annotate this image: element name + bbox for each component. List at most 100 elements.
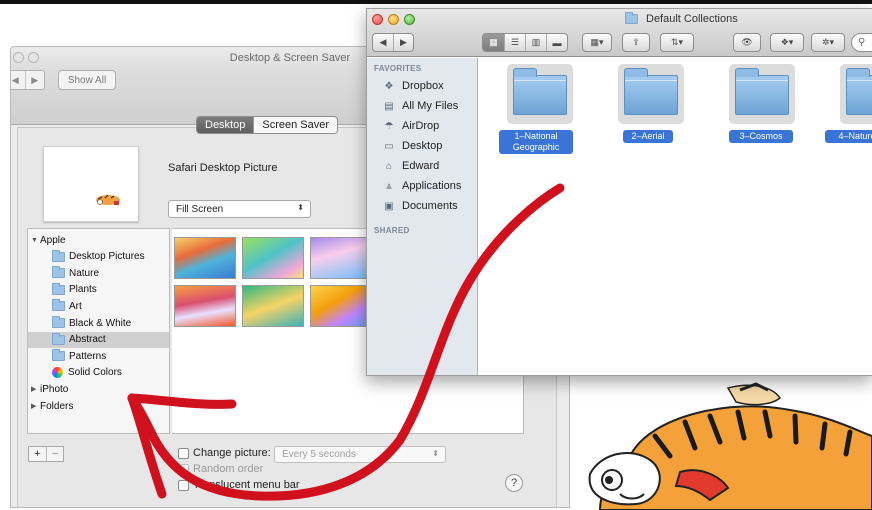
random-order-checkbox[interactable] <box>178 464 189 475</box>
change-picture-checkbox[interactable] <box>178 448 189 459</box>
forward-arrow-icon[interactable]: ▶ <box>24 71 45 89</box>
finder-window-controls <box>372 14 415 25</box>
sidebar-item-label: Dropbox <box>402 80 444 92</box>
source-list-label: Plants <box>69 284 97 296</box>
close-button[interactable] <box>372 14 383 25</box>
source-list-label: Black & White <box>69 317 132 329</box>
source-list-item[interactable]: ▼ Apple <box>28 232 169 248</box>
back-arrow-icon[interactable]: ◀ <box>373 34 393 51</box>
sidebar-item[interactable]: ⌂ Edward <box>382 157 439 175</box>
collection-folder-item[interactable] <box>618 64 684 124</box>
add-folder-button[interactable]: + <box>29 447 46 461</box>
minimize-button[interactable] <box>388 14 399 25</box>
remove-folder-button[interactable]: − <box>46 447 63 461</box>
source-list-item[interactable]: Nature <box>28 265 169 281</box>
all-files-icon: ▤ <box>384 100 394 112</box>
help-button[interactable]: ? <box>505 474 523 492</box>
sidebar-item[interactable]: ⩓ Applications <box>382 177 461 195</box>
folder-icon <box>625 12 638 24</box>
sidebar-item[interactable]: ▤ All My Files <box>382 97 458 115</box>
folder-icon <box>52 299 65 312</box>
source-list-label: Solid Colors <box>68 367 122 379</box>
disclosure-closed-icon[interactable]: ▶ <box>31 385 40 393</box>
forward-arrow-icon[interactable]: ▶ <box>392 34 413 51</box>
source-list-item[interactable]: Black & White <box>28 315 169 331</box>
finder-title: Default Collections <box>625 12 738 25</box>
wallpaper-thumbnail[interactable] <box>174 285 236 327</box>
folder-icon <box>52 316 65 328</box>
tab-screen-saver[interactable]: Screen Saver <box>253 117 338 133</box>
back-forward-buttons: ◀ ▶ <box>372 33 414 52</box>
sidebar-item-label: Documents <box>402 200 458 212</box>
collection-folder-label[interactable]: 3–Cosmos <box>729 130 793 143</box>
source-list-item[interactable]: Patterns <box>28 348 169 364</box>
favorites-heading: FAVORITES <box>374 64 422 73</box>
dropbox-menu-button[interactable]: ❖▾ <box>770 33 804 52</box>
sidebar-item[interactable]: ▭ Desktop <box>382 137 442 155</box>
calvin-hobbes-thumbnail-icon <box>96 194 120 205</box>
path-button[interactable]: ⇅▾ <box>660 33 694 52</box>
sidebar-item-label: AirDrop <box>402 120 440 132</box>
source-list-item[interactable]: Solid Colors <box>28 365 169 381</box>
share-button[interactable]: ⇪ <box>622 33 650 52</box>
change-interval-dropdown[interactable]: Every 5 seconds ⬍ <box>274 446 446 463</box>
wallpaper-thumbnail[interactable] <box>242 237 304 279</box>
source-list-item[interactable]: Abstract <box>28 331 169 348</box>
source-list-label: Desktop Pictures <box>69 251 145 263</box>
wallpaper-thumbnail[interactable] <box>174 237 236 279</box>
disclosure-closed-icon[interactable]: ▶ <box>31 402 40 410</box>
source-list-label: Folders <box>40 400 74 412</box>
sidebar-item[interactable]: ☂ AirDrop <box>382 117 440 135</box>
folder-icon <box>513 68 567 115</box>
wallpaper-thumbnail[interactable] <box>310 237 372 279</box>
tab-desktop[interactable]: Desktop <box>197 117 254 133</box>
sidebar-item-label: All My Files <box>402 100 459 112</box>
shared-heading: SHARED <box>374 226 410 235</box>
collection-folder-label[interactable]: 4–Nature <box>825 130 872 143</box>
list-view-icon[interactable]: ☰ <box>504 34 525 51</box>
desktop-icon: ▭ <box>384 140 394 152</box>
sidebar-item[interactable]: ▣ Documents <box>382 197 458 215</box>
wallpaper-thumbnail[interactable] <box>242 285 304 327</box>
sidebar-item-label: Applications <box>402 180 462 192</box>
show-all-button[interactable]: Show All <box>58 70 116 90</box>
search-field[interactable]: ⚲ <box>851 33 872 52</box>
source-list-label: Abstract <box>69 334 106 346</box>
translucent-menubar-checkbox[interactable] <box>178 480 189 491</box>
search-icon: ⚲ <box>858 37 866 48</box>
quick-look-button[interactable]: 👁 <box>733 33 761 52</box>
source-list-item[interactable]: Art <box>28 298 169 314</box>
source-list-label: Apple <box>40 234 66 246</box>
finder-title-text: Default Collections <box>646 13 738 25</box>
folder-icon <box>52 349 65 362</box>
translucent-menubar-label: Translucent menu bar <box>193 479 300 491</box>
source-list-item[interactable]: ▶ Folders <box>28 398 169 414</box>
collection-folder-label[interactable]: 1–National Geographic <box>499 130 573 154</box>
disclosure-open-icon[interactable]: ▼ <box>31 237 40 244</box>
collection-folder-item[interactable] <box>840 64 872 124</box>
column-view-icon[interactable]: ▥ <box>525 34 546 51</box>
zoom-button[interactable] <box>404 14 415 25</box>
action-gear-button[interactable]: ✲▾ <box>811 33 845 52</box>
sidebar-item-label: Desktop <box>402 140 443 152</box>
sidebar-item[interactable]: ❖ Dropbox <box>382 77 444 95</box>
icon-view-icon[interactable]: ▦ <box>483 34 504 51</box>
source-list-item[interactable]: ▶ iPhoto <box>28 381 169 397</box>
source-list-item[interactable]: Desktop Pictures <box>28 249 169 265</box>
collection-folder-item[interactable] <box>507 64 573 124</box>
folder-icon <box>52 282 65 295</box>
source-list-item[interactable]: Plants <box>28 282 169 298</box>
wallpaper-thumbnail[interactable] <box>310 285 372 327</box>
finder-content: 1–National Geographic 2–Aerial 3–Cosmos 4–N… <box>479 58 872 375</box>
collection-folder-label[interactable]: 2–Aerial <box>623 130 673 143</box>
finder-window: Default Collections ◀ ▶ ▦ ☰ ▥ ▬ ▦▾ ⇪ ⇅▾ … <box>366 8 872 376</box>
arrange-button[interactable]: ▦▾ <box>582 33 612 52</box>
top-border <box>0 0 872 4</box>
fill-mode-dropdown[interactable]: Fill Screen ⬍ <box>168 200 311 218</box>
coverflow-view-icon[interactable]: ▬ <box>546 34 567 51</box>
folder-icon <box>846 68 872 115</box>
collection-folder-item[interactable] <box>729 64 795 124</box>
back-arrow-icon[interactable]: ◀ <box>11 71 25 89</box>
picture-source-list: ▼ Apple Desktop Pictures Nature Plants Art Bla… <box>27 228 170 434</box>
documents-icon: ▣ <box>384 200 394 212</box>
